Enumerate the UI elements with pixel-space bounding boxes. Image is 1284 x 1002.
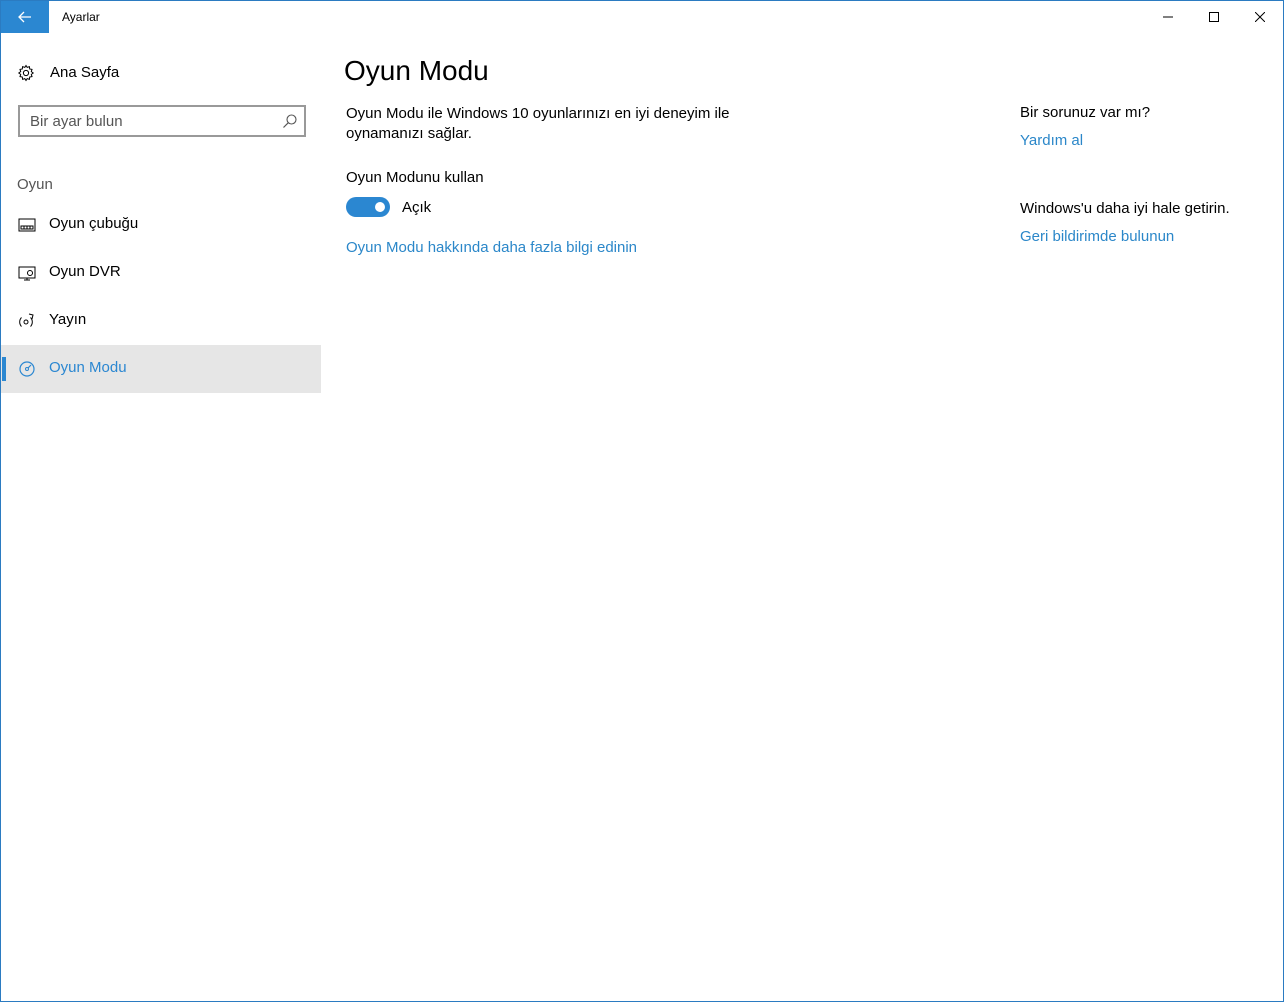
search-box[interactable] — [18, 105, 306, 137]
window-title: Ayarlar — [62, 10, 100, 24]
sidebar-item-game-bar[interactable]: Oyun çubuğu — [1, 201, 321, 249]
help-link[interactable]: Yardım al — [1020, 132, 1083, 149]
game-bar-icon — [18, 218, 36, 232]
sidebar: Ana Sayfa Oyun Oyun çubuğu — [1, 33, 321, 1001]
minimize-icon — [1163, 16, 1173, 18]
close-icon — [1255, 12, 1265, 22]
home-link[interactable]: Ana Sayfa — [1, 55, 321, 91]
learn-more-link[interactable]: Oyun Modu hakkında daha fazla bilgi edin… — [346, 239, 637, 256]
title-bar: Ayarlar — [1, 1, 1283, 33]
home-label: Ana Sayfa — [50, 64, 120, 81]
page-title: Oyun Modu — [344, 55, 489, 86]
sidebar-item-label: Oyun çubuğu — [49, 215, 139, 232]
sidebar-item-game-mode[interactable]: Oyun Modu — [1, 345, 321, 393]
close-button[interactable] — [1237, 1, 1283, 33]
feedback-link[interactable]: Geri bildirimde bulunun — [1020, 228, 1174, 245]
settings-window: Ayarlar Ana Sayfa Bir ayar bulun Oyun Oy… — [0, 0, 1284, 1002]
search-input[interactable] — [20, 107, 270, 135]
sidebar-item-label: Oyun DVR — [49, 263, 121, 280]
maximize-button[interactable] — [1191, 1, 1237, 33]
section-label: Oyun — [17, 176, 53, 193]
back-button[interactable] — [1, 1, 49, 33]
broadcast-icon — [19, 313, 34, 327]
sidebar-item-label: Yayın — [49, 311, 87, 328]
game-dvr-icon — [18, 266, 36, 281]
question-heading: Bir sorunuz var mı? — [1020, 104, 1151, 121]
search-icon[interactable] — [282, 113, 298, 129]
toggle-state-label: Açık — [402, 199, 432, 216]
game-mode-toggle[interactable] — [346, 197, 390, 217]
minimize-button[interactable] — [1145, 1, 1191, 33]
sidebar-item-broadcast[interactable]: Yayın — [1, 297, 321, 345]
sidebar-item-game-dvr[interactable]: Oyun DVR — [1, 249, 321, 297]
toggle-knob — [375, 202, 385, 212]
selection-indicator — [2, 357, 6, 381]
toggle-title: Oyun Modunu kullan — [346, 169, 484, 186]
sidebar-item-label: Oyun Modu — [49, 359, 127, 376]
game-mode-icon — [19, 361, 35, 377]
gear-icon — [17, 64, 35, 82]
page-description: Oyun Modu ile Windows 10 oyunlarınızı en… — [346, 105, 730, 142]
back-arrow-icon — [18, 11, 31, 23]
improve-heading: Windows'u daha iyi hale getirin. — [1020, 200, 1230, 217]
maximize-icon — [1209, 12, 1219, 22]
